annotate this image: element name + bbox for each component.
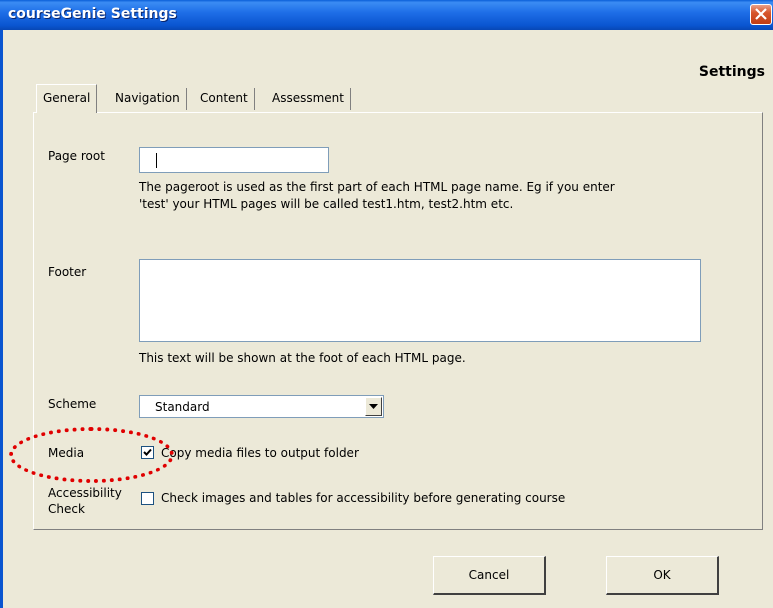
ok-button[interactable]: OK <box>606 556 719 595</box>
accessibility-checkbox-label[interactable]: Check images and tables for accessibilit… <box>161 491 565 505</box>
scheme-select[interactable]: Standard <box>139 395 384 418</box>
footer-help: This text will be shown at the foot of e… <box>139 351 466 365</box>
tab-content[interactable]: Content <box>194 88 255 110</box>
window-frame <box>0 30 3 608</box>
tab-label: Navigation <box>115 91 180 105</box>
scheme-label: Scheme <box>48 397 97 411</box>
page-root-help: The pageroot is used as the first part o… <box>139 179 615 213</box>
tab-label: General <box>43 91 91 105</box>
accessibility-label-line: Accessibility <box>48 486 122 500</box>
accessibility-label-line: Check <box>48 502 85 516</box>
chevron-down-icon <box>369 404 378 409</box>
footer-label: Footer <box>48 265 87 279</box>
close-icon <box>755 8 767 20</box>
tab-general[interactable]: General <box>36 84 98 113</box>
tab-label: Assessment <box>272 91 344 105</box>
page-root-help-line: The pageroot is used as the first part o… <box>139 180 615 194</box>
cancel-button[interactable]: Cancel <box>433 556 546 595</box>
close-button[interactable] <box>750 4 772 25</box>
title-bar: courseGenie Settings <box>0 0 773 30</box>
settings-heading: Settings <box>698 64 765 80</box>
text-caret <box>156 153 157 168</box>
page-root-input[interactable] <box>139 147 329 173</box>
accessibility-label: Accessibility Check <box>48 485 122 517</box>
window-title: courseGenie Settings <box>8 6 177 22</box>
scheme-dropdown-button[interactable] <box>365 397 382 416</box>
footer-textarea[interactable] <box>139 259 701 342</box>
tab-assessment[interactable]: Assessment <box>266 88 351 110</box>
media-checkbox-label[interactable]: Copy media files to output folder <box>161 446 359 460</box>
page-root-label: Page root <box>48 149 105 163</box>
page-root-help-line: 'test' your HTML pages will be called te… <box>139 197 514 211</box>
tab-navigation[interactable]: Navigation <box>109 88 187 110</box>
tab-label: Content <box>200 91 248 105</box>
scheme-selected-value: Standard <box>155 400 210 414</box>
accessibility-checkbox[interactable] <box>141 492 154 505</box>
highlight-annotation <box>9 427 174 483</box>
